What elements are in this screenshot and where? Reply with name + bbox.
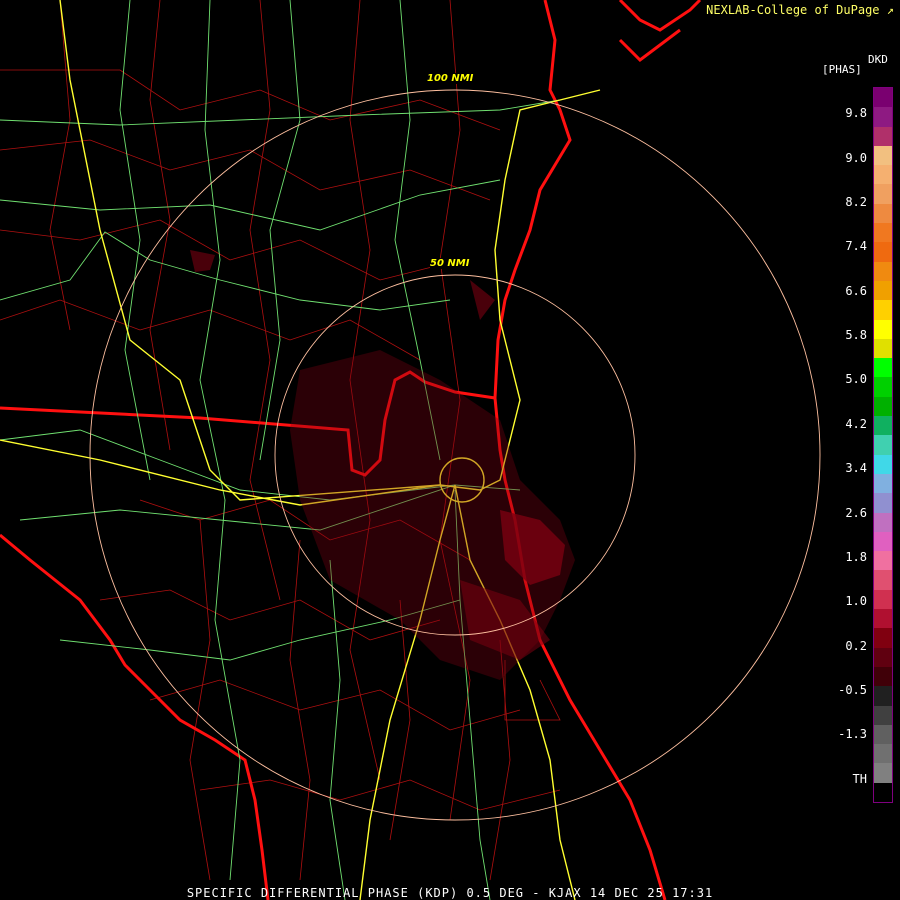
color-bar-swatch (874, 570, 892, 591)
color-bar-swatch (874, 223, 892, 243)
color-bar-swatch (874, 609, 892, 629)
color-bar-swatch (874, 454, 892, 475)
color-bar-tick-label: 1.0 (845, 594, 867, 608)
color-bar-swatch (874, 184, 892, 205)
color-bar-swatch (874, 88, 892, 108)
color-bar-swatch (874, 551, 892, 571)
color-bar-tick-label: 0.2 (845, 639, 867, 653)
color-bar-tick-label: 5.0 (845, 372, 867, 386)
color-bar-tick-label: 6.6 (845, 284, 867, 298)
color-bar-swatch (874, 338, 892, 359)
color-bar-swatch (874, 666, 892, 687)
color-bar-swatch (874, 531, 892, 552)
color-bar-tick-label: 3.4 (845, 461, 867, 475)
color-bar-swatch (874, 280, 892, 301)
range-ring-label-50: 50 NMI (430, 258, 470, 269)
color-bar-swatch (874, 473, 892, 494)
color-bar-swatch (874, 126, 892, 147)
color-bar-swatch (874, 493, 892, 514)
color-bar-swatch (874, 319, 892, 340)
color-bar-swatch (874, 647, 892, 668)
color-bar-tick-label: 7.4 (845, 239, 867, 253)
color-bar-swatch (874, 628, 892, 649)
color-bar-tick-label: 4.2 (845, 417, 867, 431)
color-bar-swatch (874, 107, 892, 128)
color-bar-swatch (874, 589, 892, 610)
color-bar-tick-label: 9.0 (845, 151, 867, 165)
color-bar-tick-label: 2.6 (845, 506, 867, 520)
range-ring-label-100: 100 NMI (427, 73, 474, 84)
color-bar-swatch (874, 145, 892, 166)
color-bar-swatch (874, 242, 892, 263)
color-bar-tick-label: -0.5 (838, 683, 867, 697)
product-units: [PHAS] (822, 63, 862, 76)
color-bar-tick-label: TH (852, 772, 867, 786)
color-bar-swatch (874, 724, 892, 745)
color-bar-tick-label: -1.3 (838, 727, 867, 741)
color-bar-swatch (874, 416, 892, 436)
color-bar-tick-label: 8.2 (845, 195, 867, 209)
color-bar-swatch (874, 744, 892, 764)
color-bar-swatch (874, 512, 892, 533)
color-bar (873, 87, 893, 803)
external-link-icon[interactable]: ↗ (887, 3, 894, 17)
color-bar-swatch (874, 763, 892, 784)
color-bar-swatch (874, 300, 892, 321)
color-bar-swatch (874, 358, 892, 378)
color-bar-tick-label: 1.8 (845, 550, 867, 564)
color-bar-swatch (874, 203, 892, 224)
credit-label: NEXLAB-College of DuPage ↗ (706, 3, 894, 17)
color-bar-swatch (874, 705, 892, 726)
color-bar-swatch (874, 686, 892, 706)
color-bar-swatch (874, 261, 892, 282)
color-bar-swatch (874, 435, 892, 456)
color-bar-swatch (874, 396, 892, 417)
color-bar-swatch (874, 165, 892, 185)
color-bar-tick-label: 9.8 (845, 106, 867, 120)
product-code: DKD (868, 53, 888, 66)
color-bar-tick-label: 5.8 (845, 328, 867, 342)
color-bar-swatch (874, 377, 892, 398)
radar-map (0, 0, 900, 900)
color-bar-swatch (874, 782, 892, 803)
product-caption: SPECIFIC DIFFERENTIAL PHASE (KDP) 0.5 DE… (186, 886, 714, 900)
